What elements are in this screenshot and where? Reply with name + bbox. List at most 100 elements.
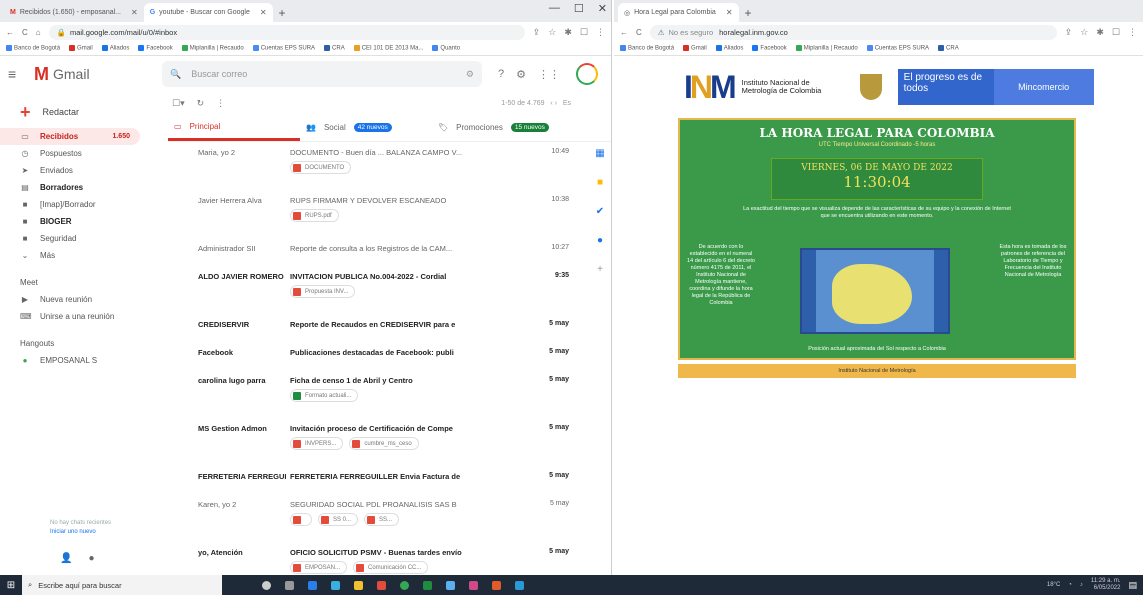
contacts-icon[interactable]: ● [597,235,603,246]
search-options-icon[interactable]: ⚙ [466,69,474,80]
close-tab-icon[interactable]: ✕ [260,8,267,17]
email-row[interactable]: CREDISERVIR Reporte de Recaudos en CREDIS… [168,314,611,342]
photos-icon[interactable] [469,580,478,590]
bookmark-item[interactable]: Miplanilla | Recaudo [181,45,244,52]
minimize-icon[interactable]: — [549,2,560,15]
attachment-chip[interactable]: SS... [364,513,400,526]
meet-join-meeting[interactable]: ⌨ Unirse a una reunión [0,308,168,325]
attachment-chip[interactable]: INVPERS... [290,437,344,450]
apps-grid-icon[interactable]: ⋮⋮ [538,68,560,81]
edge-icon[interactable] [331,580,340,590]
attachment-chip[interactable]: SS 0... [318,513,359,526]
refresh-icon[interactable]: ↻ [197,98,205,109]
avatar[interactable] [576,63,598,85]
sidebar-item[interactable]: ▤ Borradores [0,179,168,196]
email-row[interactable]: MS Gestion Admon Invitación proceso de Ce… [168,418,611,466]
weather-status[interactable]: 18°C [1047,582,1060,588]
extensions-icon[interactable]: ✱ [1096,27,1104,38]
star-icon[interactable]: ☆ [548,27,556,38]
reload-icon[interactable]: C [636,28,642,37]
browser-tab[interactable]: ◎ Hora Legal para Colombia ✕ [618,3,739,22]
clock[interactable]: 11:29 a. m. 6/05/2022 [1091,578,1121,592]
back-icon[interactable]: ← [620,28,628,37]
url-field[interactable]: ⚠ No es seguro horalegal.inm.gov.co [649,24,1057,40]
location-icon[interactable]: ● [88,553,94,564]
windows-start-icon[interactable]: ⊞ [0,580,22,591]
excel-icon[interactable] [423,580,432,590]
tab-promociones[interactable]: 🏷 Promociones 15 nuevos [432,114,564,141]
email-row[interactable]: yo, Atención OFICIO SOLICITUD PSMV - Buen… [168,542,611,575]
cortana-icon[interactable] [262,580,271,590]
email-row[interactable]: FERRETERIA FERREGUI FERRETERIA FERREGUILL… [168,466,611,494]
attachment-chip[interactable]: RUPS.pdf [290,209,339,222]
sidebar-item[interactable]: ➤ Enviados [0,162,168,179]
email-row[interactable]: carolina lugo parra Ficha de censo 1 de A… [168,370,611,418]
chrome-icon[interactable] [400,580,409,590]
bookmark-item[interactable]: Gmail [683,45,707,52]
bookmark-item[interactable]: Banco de Bogotá [6,45,60,52]
extensions-icon[interactable]: ✱ [564,27,572,38]
compose-button[interactable]: + Redactar [0,96,168,128]
bookmark-item[interactable]: Facebook [752,45,787,52]
email-row[interactable]: Maria, yo 2 DOCUMENTO - Buen día ... BALA… [168,142,611,190]
share-icon[interactable]: ⇪ [1065,27,1073,38]
inm-logo[interactable]: INM [684,69,737,106]
profile-icon[interactable]: ☐ [580,27,588,38]
meet-new-meeting[interactable]: ▶ Nueva reunión [0,291,168,308]
email-row[interactable]: ALDO JAVIER ROMERO INVITACION PUBLICA No.… [168,266,611,314]
mail-app-icon[interactable] [446,580,455,590]
tasks-icon[interactable]: ✔ [596,206,604,217]
bookmark-item[interactable]: Banco de Bogotá [620,45,674,52]
next-page-icon[interactable]: › [555,100,557,107]
back-icon[interactable]: ← [6,28,14,37]
main-menu-icon[interactable]: ≡ [8,66,26,82]
hangouts-user[interactable]: ● EMPOSANAL S [0,352,168,369]
new-tab-button[interactable]: + [739,3,758,22]
reload-icon[interactable]: C [22,28,28,37]
sidebar-item[interactable]: ◷ Pospuestos [0,145,168,162]
close-tab-icon[interactable]: ✕ [131,8,138,17]
bookmark-item[interactable]: Aliados [101,45,129,52]
keep-icon[interactable]: ■ [597,177,603,188]
attachment-chip[interactable]: EMPOSAN... [290,561,348,574]
maximize-icon[interactable]: ☐ [574,2,584,15]
attachment-chip[interactable]: DOCUMENTO [290,161,352,174]
bookmark-item[interactable]: Cuentas EPS SURA [866,45,929,52]
email-row[interactable]: Javier Herrera Alva RUPS FIRMAMR Y DEVOLV… [168,190,611,238]
network-icon[interactable]: ◔ [1068,582,1072,588]
menu-icon[interactable]: ⋮ [596,27,605,38]
add-addon-icon[interactable]: + [597,264,603,275]
attachment-chip[interactable]: Comunicación CC... [353,561,429,574]
tab-principal[interactable]: ▭ Principal [168,114,300,141]
select-all-checkbox[interactable]: ☐▾ [172,98,185,109]
word-icon[interactable] [308,580,317,590]
pdf-reader-icon[interactable] [377,580,386,590]
url-field[interactable]: 🔒 mail.google.com/mail/u/0/#inbox [48,24,525,40]
new-tab-button[interactable]: + [273,3,292,22]
browser-tab[interactable]: M Recibidos (1.650) - emposanal... ✕ [4,3,144,22]
task-view-icon[interactable] [285,580,294,590]
attachment-chip[interactable]: Formato actuali... [290,389,359,402]
file-explorer-icon[interactable] [354,580,363,590]
profile-icon[interactable]: ☐ [1112,27,1120,38]
bookmark-item[interactable]: CRA [324,45,345,52]
bookmark-item[interactable]: Cuentas EPS SURA [252,45,315,52]
volume-icon[interactable]: ♪ [1080,582,1083,588]
notifications-icon[interactable]: ▤ [1128,580,1137,591]
sidebar-item[interactable]: ■ [Imap]/Borrador [0,196,168,213]
help-icon[interactable]: ? [498,68,504,81]
tab-social[interactable]: 👥 Social 42 nuevos [300,114,432,141]
sidebar-item[interactable]: ⌄ Más [0,247,168,264]
prev-page-icon[interactable]: ‹ [550,100,552,107]
email-row[interactable]: Karen, yo 2 SEGURIDAD SOCIAL PDL PROANALI… [168,494,611,542]
close-icon[interactable]: ✕ [598,2,607,15]
close-tab-icon[interactable]: ✕ [726,8,733,17]
share-icon[interactable]: ⇪ [533,27,541,38]
attachment-chip[interactable]: Propuesta INV... [290,285,356,298]
sidebar-item[interactable]: ■ Seguridad [0,230,168,247]
language-selector[interactable]: Es [563,100,571,107]
menu-icon[interactable]: ⋮ [1128,27,1137,38]
bookmark-item[interactable]: CRA [938,45,959,52]
search-input[interactable]: 🔍 Buscar correo ⚙ [162,61,482,87]
bookmark-item[interactable]: Aliados [715,45,743,52]
